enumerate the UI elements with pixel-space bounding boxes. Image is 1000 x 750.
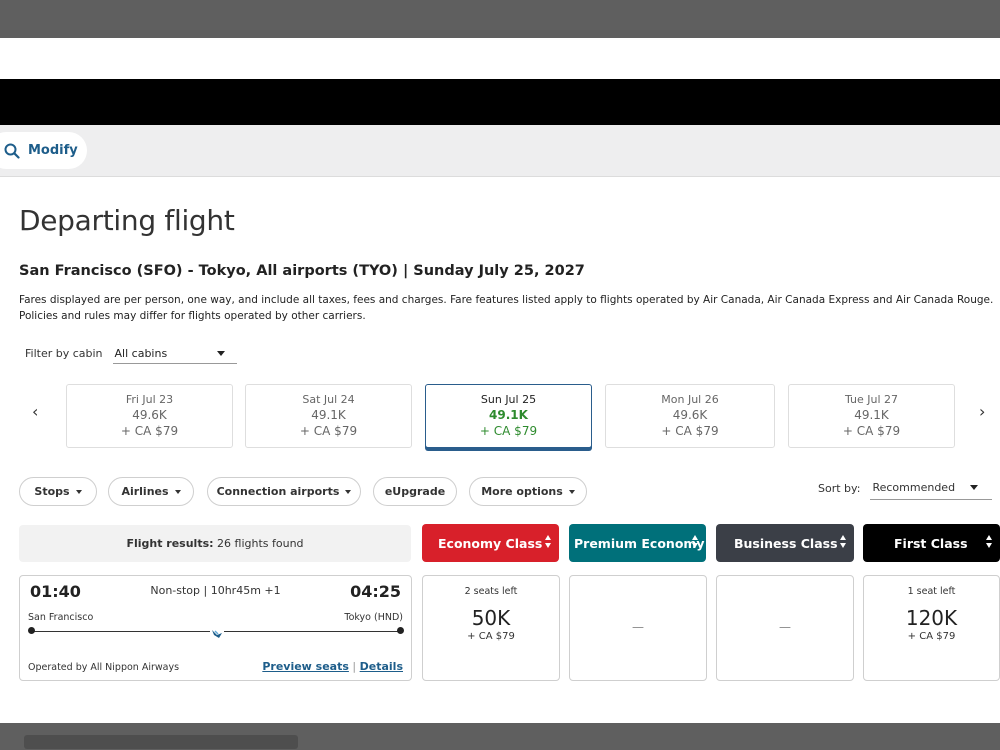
seats-left: 2 seats left [464, 586, 518, 597]
caret-down-icon [75, 489, 82, 494]
caret-down-icon [174, 489, 181, 494]
date-label: Fri Jul 23 [125, 393, 174, 406]
cabin-header-premium-economy[interactable]: Premium Economy [569, 524, 706, 562]
flight-card: 01:40 Non-stop | 10hr45m +1 04:25 San Fr… [19, 575, 412, 681]
flight-results-count: Flight results: 26 flights found [19, 525, 411, 562]
sort-icon [692, 535, 700, 550]
cabin-name: Premium Economy [574, 535, 705, 551]
site-header-bar [0, 79, 1000, 125]
destination-dot [397, 627, 404, 634]
connection-airports-filter-button[interactable]: Connection airports [207, 477, 361, 506]
origin-dot [28, 627, 35, 634]
bottom-overlay [0, 723, 1000, 750]
airline-logo-icon [210, 625, 224, 638]
fare-points: 120K [905, 606, 958, 630]
sort-value: Recommended [872, 481, 956, 494]
stops-filter-button[interactable]: Stops [19, 477, 97, 506]
date-card-fri-jul-23[interactable]: Fri Jul 23 49.6K + CA $79 [66, 384, 233, 448]
date-fee: + CA $79 [842, 424, 901, 438]
fare-business: — [716, 575, 854, 681]
date-card-sun-jul-25-selected[interactable]: Sun Jul 25 49.1K + CA $79 [425, 384, 592, 448]
link-separator: | [352, 660, 357, 673]
cabin-filter-select[interactable]: All cabins [112, 343, 237, 364]
search-icon [4, 143, 20, 159]
cabin-filter: Filter by cabin All cabins [25, 343, 237, 364]
fare-premium-economy: — [569, 575, 707, 681]
fare-fee: + CA $79 [467, 631, 515, 642]
date-label: Mon Jul 26 [661, 393, 719, 406]
date-points: 49.1K [854, 408, 889, 422]
cabin-header-economy[interactable]: Economy Class [422, 524, 559, 562]
date-points: 49.1K [489, 408, 528, 422]
eupgrade-filter-label: eUpgrade [384, 485, 446, 498]
sort-icon [840, 535, 848, 550]
modify-bar: Modify [0, 125, 1000, 177]
route-summary: San Francisco (SFO) - Tokyo, All airport… [19, 263, 585, 279]
unavailable-dash: — [632, 620, 644, 634]
cabin-name: Business Class [734, 535, 838, 551]
next-dates-arrow[interactable]: › [979, 402, 985, 421]
airlines-filter-label: Airlines [121, 485, 169, 498]
page-title: Departing flight [19, 204, 235, 237]
date-points: 49.1K [311, 408, 346, 422]
more-options-label: More options [481, 485, 563, 498]
header-strip [0, 38, 1000, 79]
fare-fee: + CA $79 [907, 631, 956, 642]
cabin-name: First Class [894, 535, 968, 551]
caret-down-icon [568, 489, 575, 494]
more-options-button[interactable]: More options [469, 477, 587, 506]
results-label: Flight results: [126, 537, 214, 550]
cabin-name: Economy Class [438, 535, 543, 551]
cabin-filter-value: All cabins [114, 346, 168, 360]
date-card-sat-jul-24[interactable]: Sat Jul 24 49.1K + CA $79 [245, 384, 412, 448]
sort-select[interactable]: Recommended [870, 476, 993, 500]
blurred-content [24, 735, 298, 749]
details-link[interactable]: Details [360, 660, 403, 673]
preview-seats-link[interactable]: Preview seats [262, 660, 349, 673]
date-fee: + CA $79 [120, 424, 179, 438]
sort-icon [545, 535, 553, 550]
date-label: Sun Jul 25 [480, 393, 537, 406]
sort-icon [986, 535, 994, 550]
date-label: Tue Jul 27 [844, 393, 899, 406]
flight-links: Preview seats | Details [262, 660, 403, 673]
cabin-header-first[interactable]: First Class [863, 524, 1000, 562]
modify-label: Modify [28, 143, 78, 158]
sort-label: Sort by: [818, 481, 861, 495]
fare-economy[interactable]: 2 seats left 50K + CA $79 [422, 575, 560, 681]
cabin-filter-label: Filter by cabin [25, 347, 103, 360]
eupgrade-filter-button[interactable]: eUpgrade [373, 477, 457, 506]
fare-first[interactable]: 1 seat left 120K + CA $79 [863, 575, 1000, 681]
connection-filter-label: Connection airports [216, 485, 340, 498]
date-card-tue-jul-27[interactable]: Tue Jul 27 49.1K + CA $79 [788, 384, 955, 448]
operated-by: Operated by All Nippon Airways [28, 662, 180, 673]
caret-down-icon [970, 485, 979, 490]
date-card-mon-jul-26[interactable]: Mon Jul 26 49.6K + CA $79 [605, 384, 775, 448]
date-label: Sat Jul 24 [302, 393, 355, 406]
unavailable-dash: — [779, 620, 791, 634]
date-fee: + CA $79 [661, 424, 719, 438]
arrival-time: 04:25 [350, 582, 401, 601]
main-content: Departing flight San Francisco (SFO) - T… [0, 177, 1000, 723]
results-count: 26 flights found [217, 537, 304, 550]
date-fee: + CA $79 [479, 424, 538, 438]
fare-disclaimer: Fares displayed are per person, one way,… [19, 294, 994, 322]
date-points: 49.6K [132, 408, 167, 422]
caret-down-icon [345, 489, 352, 494]
seats-left: 1 seat left [907, 586, 956, 597]
date-fee: + CA $79 [299, 424, 358, 438]
top-overlay [0, 0, 1000, 38]
airlines-filter-button[interactable]: Airlines [108, 477, 194, 506]
prev-dates-arrow[interactable]: ‹ [32, 402, 38, 421]
origin-city: San Francisco [28, 612, 94, 623]
caret-down-icon [216, 350, 225, 356]
fare-points: 50K [471, 606, 511, 630]
sort-control: Sort by: Recommended [818, 476, 993, 500]
modify-button[interactable]: Modify [0, 132, 87, 169]
date-points: 49.6K [672, 408, 708, 422]
stops-filter-label: Stops [34, 485, 70, 498]
destination-city: Tokyo (HND) [344, 612, 403, 623]
cabin-header-business[interactable]: Business Class [716, 524, 854, 562]
